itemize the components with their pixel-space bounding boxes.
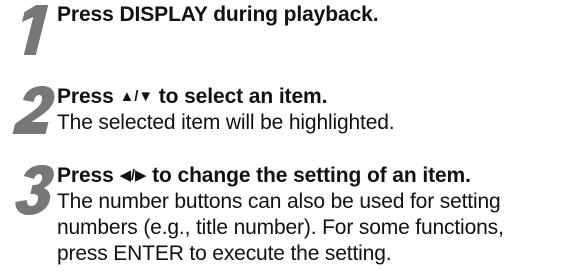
step-2-title-prefix: Press <box>57 85 120 108</box>
step-2-title: Press ▲/▼ to select an item. <box>57 84 579 110</box>
step-3-title-suffix: to change the setting of an item. <box>146 164 471 187</box>
step-number-2 <box>12 86 55 134</box>
step-number-1 <box>22 5 49 55</box>
step-3-title-prefix: Press <box>57 164 120 187</box>
step-3-description-line-3: press ENTER to execute the setting. <box>57 242 392 265</box>
step-number-3 <box>15 165 54 215</box>
step-3-description-line-1: The number buttons can also be used for … <box>57 190 501 213</box>
left-right-arrows-icon: ◀/▶ <box>119 167 147 184</box>
step-3-body: Press ◀/▶ to change the setting of an it… <box>57 163 579 267</box>
up-down-arrows-icon: ▲/▼ <box>119 88 154 105</box>
step-3-title: Press ◀/▶ to change the setting of an it… <box>57 163 579 189</box>
step-2-description: The selected item will be highlighted. <box>57 111 395 134</box>
step-2-title-suffix: to select an item. <box>153 85 328 108</box>
step-1-body: Press DISPLAY during playback. <box>57 2 579 28</box>
step-3-description-line-2: numbers (e.g., title number). For some f… <box>57 216 504 239</box>
step-2-body: Press ▲/▼ to select an item. The selecte… <box>57 84 579 136</box>
step-1-title: Press DISPLAY during playback. <box>57 3 379 26</box>
